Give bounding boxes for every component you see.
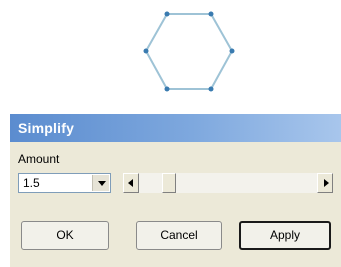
slider-right-button[interactable] — [317, 173, 333, 193]
title-bar[interactable]: Simplify — [10, 114, 341, 142]
anchor-point[interactable] — [164, 86, 170, 92]
hexagon-shape[interactable] — [0, 0, 341, 110]
dropdown-button[interactable] — [92, 175, 109, 191]
arrow-right-icon — [324, 179, 329, 187]
anchor-point[interactable] — [208, 11, 214, 17]
anchor-points[interactable] — [143, 11, 235, 92]
slider-track[interactable] — [139, 173, 317, 193]
apply-button[interactable]: Apply — [239, 221, 331, 250]
canvas — [0, 0, 341, 110]
dialog-title: Simplify — [18, 120, 75, 136]
anchor-point[interactable] — [229, 48, 235, 54]
amount-value[interactable]: 1.5 — [23, 176, 40, 190]
anchor-point[interactable] — [164, 11, 170, 17]
chevron-down-icon — [98, 181, 106, 186]
ok-button[interactable]: OK — [21, 221, 109, 250]
amount-label: Amount — [18, 152, 60, 166]
amount-combobox[interactable]: 1.5 — [18, 173, 111, 193]
cancel-button[interactable]: Cancel — [136, 221, 222, 250]
anchor-point[interactable] — [143, 48, 149, 54]
simplify-dialog: Simplify Amount 1.5 OK Cancel Apply — [10, 114, 341, 267]
amount-slider[interactable] — [123, 173, 333, 193]
slider-left-button[interactable] — [123, 173, 139, 193]
arrow-left-icon — [128, 179, 133, 187]
anchor-point[interactable] — [208, 86, 214, 92]
slider-thumb[interactable] — [162, 173, 176, 193]
hexagon-path[interactable] — [144, 13, 234, 90]
